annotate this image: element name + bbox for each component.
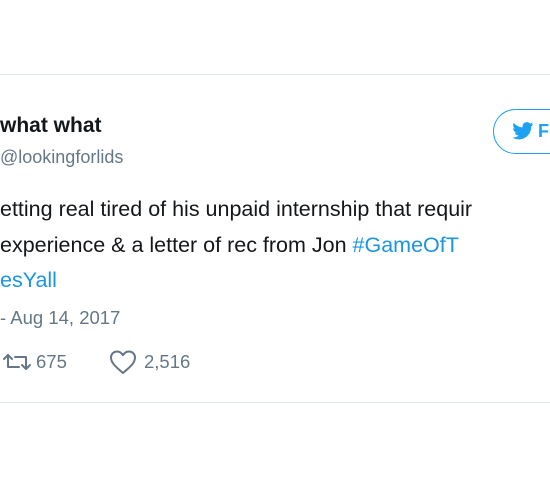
retweet-action[interactable]: 675	[2, 348, 67, 376]
like-action[interactable]: 2,516	[109, 348, 190, 376]
follow-label: F	[538, 121, 549, 141]
user-handle[interactable]: @lookingforlids	[0, 147, 123, 167]
like-count: 2,516	[144, 351, 191, 372]
twitter-bird-icon	[512, 122, 534, 140]
page: what what @lookingforlids F etting real …	[0, 0, 550, 492]
hashtag-link-continued[interactable]: esYall	[0, 268, 57, 292]
tweet-text-line-2: experience & a letter of rec from Jon #G…	[0, 233, 459, 257]
hashtag-link[interactable]: #GameOfT	[353, 233, 459, 257]
retweet-icon	[3, 354, 31, 370]
display-name[interactable]: what what	[0, 115, 102, 137]
tweet-text-segment: experience & a letter of rec from Jon	[0, 233, 353, 257]
tweet-text-line-1: etting real tired of his unpaid internsh…	[0, 197, 473, 221]
heart-icon	[110, 350, 136, 374]
tweet-timestamp[interactable]: - Aug 14, 2017	[0, 307, 120, 329]
retweet-count: 675	[36, 351, 67, 372]
tweet-text-line-3: esYall	[0, 268, 57, 292]
follow-button[interactable]: F	[493, 109, 550, 154]
